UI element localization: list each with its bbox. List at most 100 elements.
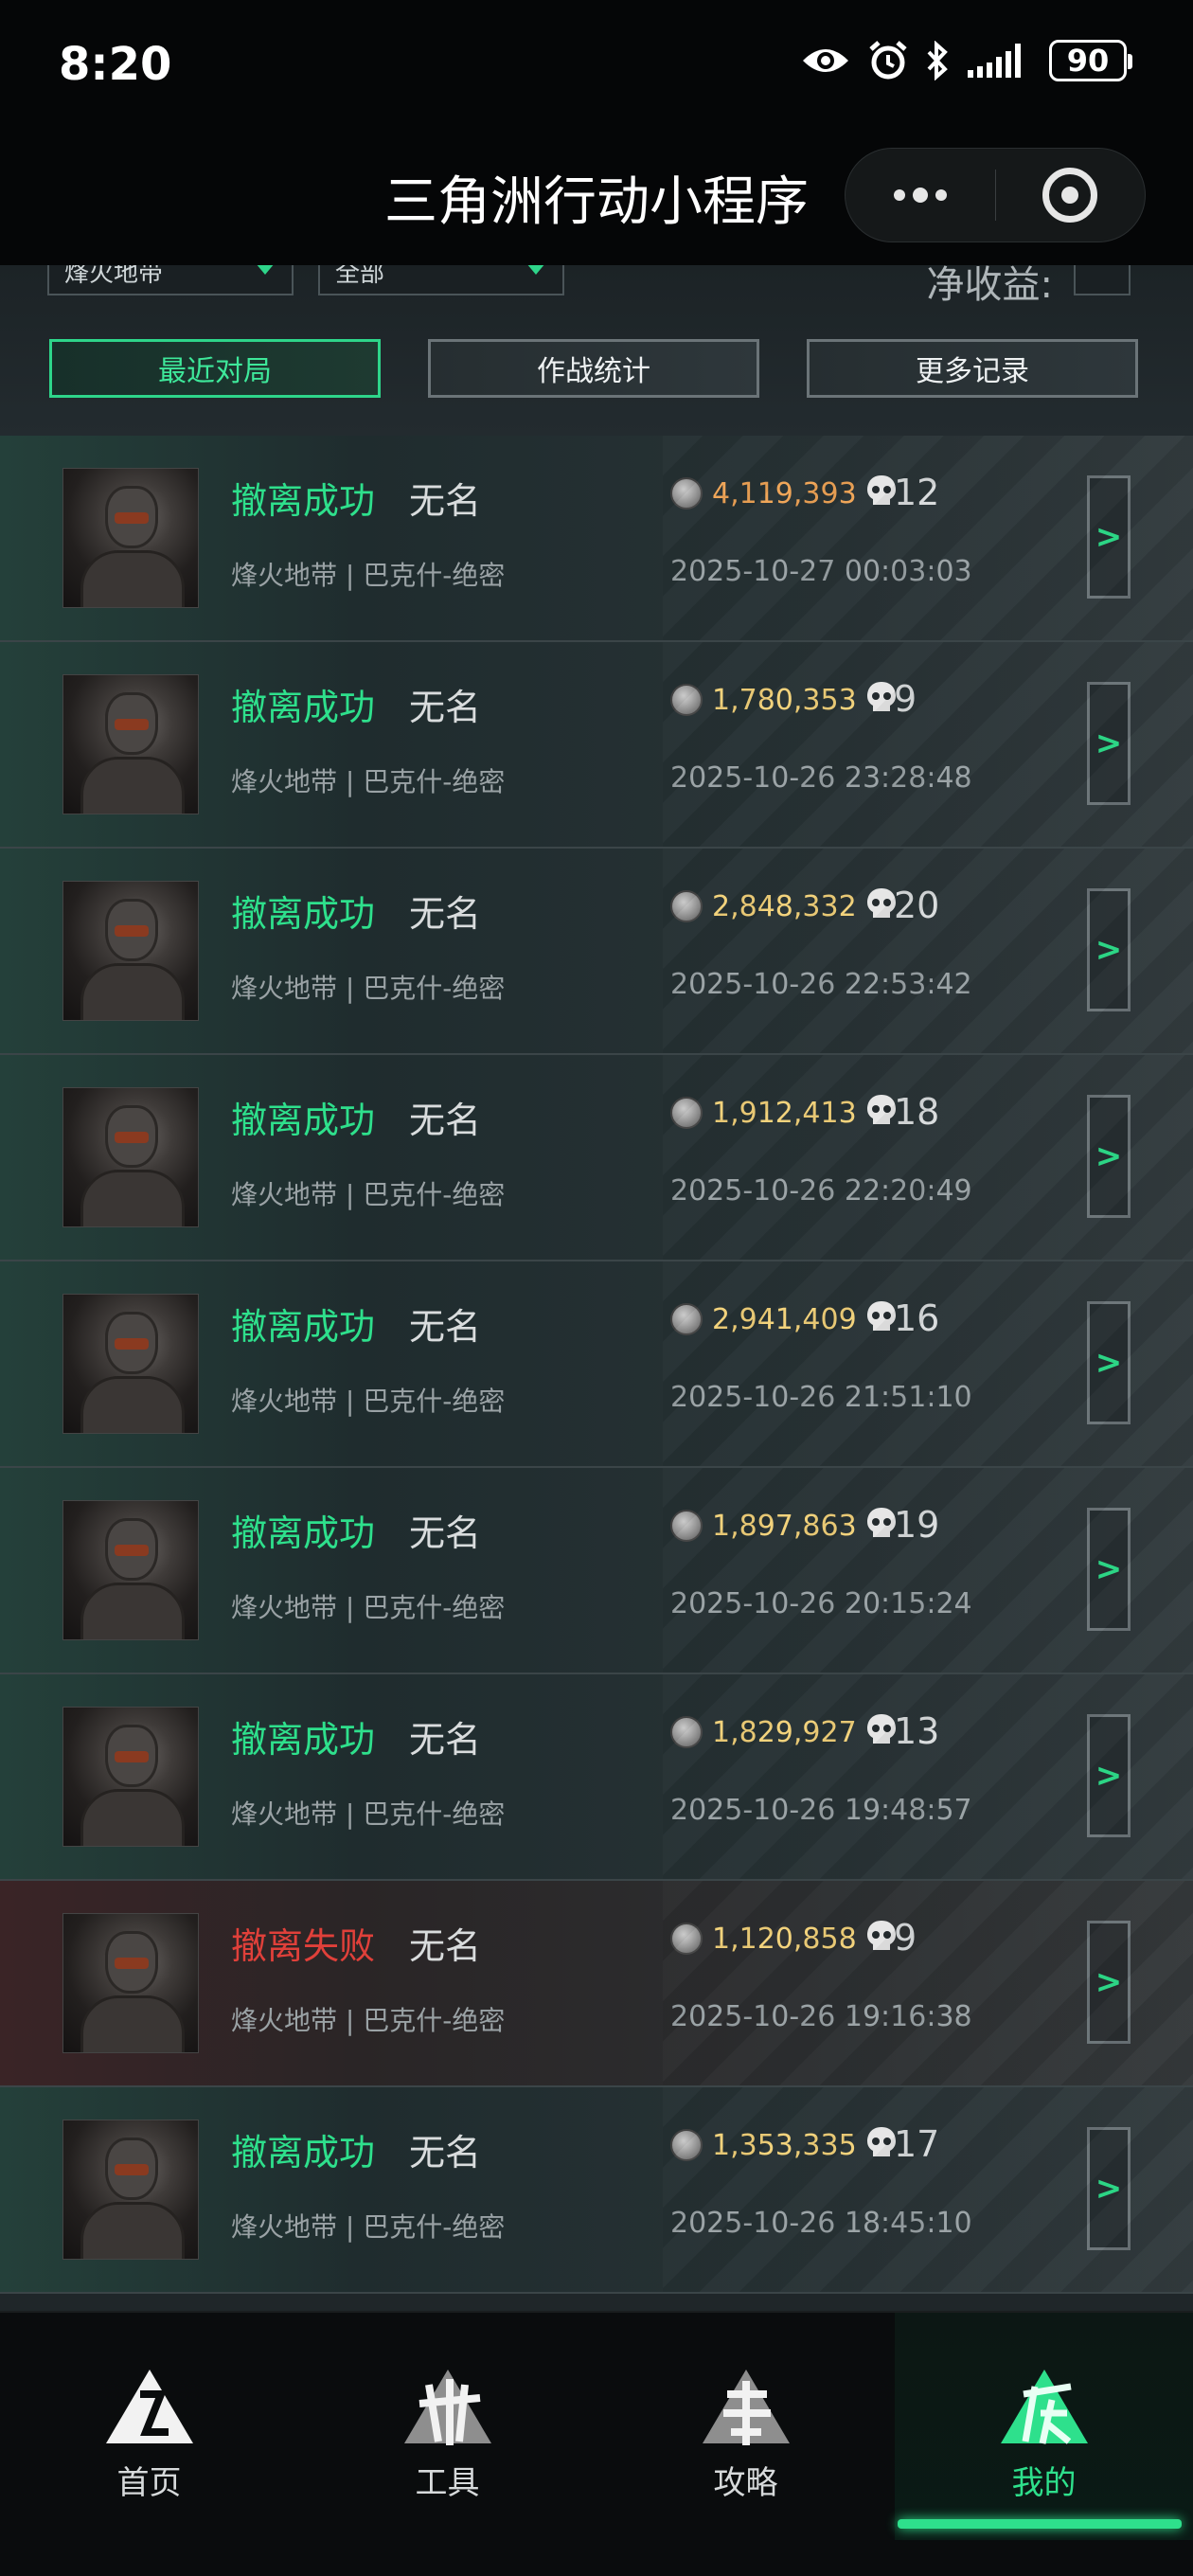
tab-recent-matches[interactable]: 最近对局 [49,339,381,398]
player-name: 无名 [409,480,482,522]
match-detail-button[interactable]: > [1087,2127,1131,2250]
player-name: 无名 [409,1512,482,1554]
match-mode-map: 烽火地带 | 巴克什-绝密 [231,766,506,797]
operator-avatar [62,2120,199,2260]
skull-icon [867,1301,896,1331]
match-mode-map: 烽火地带 | 巴克什-绝密 [231,973,506,1004]
operator-avatar [62,1707,199,1847]
match-value: 2,848,332 [712,890,857,923]
net-income-checkbox[interactable] [1074,265,1131,295]
mode-select-value: 烽火地带 [64,265,164,288]
match-value: 1,353,335 [712,2129,857,2162]
profile-emblem-icon [1001,2370,1088,2444]
match-row[interactable]: 撤离失败 无名 烽火地带 | 巴克什-绝密 1,120,858 9 2025-1… [0,1881,1193,2087]
operator-avatar [62,1087,199,1227]
coin-icon [670,477,703,510]
match-detail-button[interactable]: > [1087,1921,1131,2044]
operator-avatar [62,674,199,814]
nav-item-profile[interactable]: 我的 [895,2313,1193,2540]
kill-count: 13 [894,1710,940,1752]
coin-icon [670,1510,703,1542]
nav-item-tools[interactable]: 工具 [298,2313,596,2540]
extraction-result: 撤离失败 [231,1925,376,1967]
more-options-icon[interactable] [846,149,995,242]
extraction-result: 撤离成功 [231,480,376,522]
match-row[interactable]: 撤离成功 无名 烽火地带 | 巴克什-绝密 1,780,353 9 2025-1… [0,642,1193,849]
operator-avatar [62,468,199,608]
match-time: 2025-10-26 22:53:42 [670,968,972,1001]
match-detail-button[interactable]: > [1087,682,1131,805]
kill-count: 18 [894,1091,940,1133]
kill-count: 16 [894,1297,940,1339]
match-row[interactable]: 撤离成功 无名 烽火地带 | 巴克什-绝密 1,829,927 13 2025-… [0,1674,1193,1881]
filter-area: 烽火地带 全部 净收益: 最近对局 作战统计 更多记录 [0,265,1193,436]
home-emblem-icon [106,2370,193,2443]
match-row[interactable]: 撤离成功 无名 烽火地带 | 巴克什-绝密 4,119,393 12 2025-… [0,436,1193,642]
extraction-result: 撤离成功 [231,1100,376,1141]
extraction-result: 撤离成功 [231,1512,376,1554]
match-mode-map: 烽火地带 | 巴克什-绝密 [231,1798,506,1830]
match-value: 1,912,413 [712,1097,857,1130]
match-time: 2025-10-26 18:45:10 [670,2207,972,2240]
active-tab-indicator [898,2519,1182,2529]
status-bar: 8:20 90 [0,0,1193,133]
match-mode-map: 烽火地带 | 巴克什-绝密 [231,2211,506,2243]
bottom-nav: 首页 工具 攻略 我的 [0,2311,1193,2576]
nav-label-home: 首页 [116,2464,182,2502]
player-name: 无名 [409,1100,482,1141]
extraction-result: 撤离成功 [231,893,376,935]
match-time: 2025-10-26 21:51:10 [670,1381,972,1414]
coin-icon [670,1716,703,1748]
nav-item-guide[interactable]: 攻略 [596,2313,895,2540]
match-detail-button[interactable]: > [1087,1714,1131,1837]
match-time: 2025-10-26 19:16:38 [670,2000,972,2033]
extraction-result: 撤离成功 [231,1306,376,1348]
match-value: 2,941,409 [712,1303,857,1336]
nav-label-profile: 我的 [1011,2464,1077,2502]
match-value: 1,897,863 [712,1510,857,1543]
match-row[interactable]: 撤离成功 无名 烽火地带 | 巴克什-绝密 2,941,409 16 2025-… [0,1261,1193,1468]
match-value: 1,829,927 [712,1716,857,1749]
nav-item-home[interactable]: 首页 [0,2313,298,2540]
match-row[interactable]: 撤离成功 无名 烽火地带 | 巴克什-绝密 1,897,863 19 2025-… [0,1468,1193,1674]
match-row[interactable]: 撤离成功 无名 烽火地带 | 巴克什-绝密 1,353,335 17 2025-… [0,2087,1193,2294]
skull-icon [867,888,896,918]
bluetooth-icon [927,41,948,80]
scope-select[interactable]: 全部 [318,265,564,295]
match-row[interactable]: 撤离成功 无名 烽火地带 | 巴克什-绝密 2,848,332 20 2025-… [0,849,1193,1055]
nav-label-tools: 工具 [415,2464,480,2502]
match-detail-button[interactable]: > [1087,1095,1131,1218]
match-row[interactable]: 撤离成功 无名 烽火地带 | 巴克什-绝密 1,912,413 18 2025-… [0,1055,1193,1261]
kill-count: 19 [894,1504,940,1546]
skull-icon [867,682,896,711]
tab-more-records[interactable]: 更多记录 [807,339,1138,398]
match-detail-button[interactable]: > [1087,1301,1131,1424]
extraction-result: 撤离成功 [231,2132,376,2174]
skull-icon [867,1921,896,1950]
kill-count: 17 [894,2123,940,2165]
scope-select-value: 全部 [335,265,385,288]
nav-label-guide: 攻略 [713,2464,778,2502]
match-time: 2025-10-26 23:28:48 [670,761,972,795]
coin-icon [670,684,703,716]
kill-count: 20 [894,885,940,926]
match-detail-button[interactable]: > [1087,888,1131,1011]
chevron-down-icon [526,265,545,275]
mode-select[interactable]: 烽火地带 [47,265,294,295]
match-time: 2025-10-26 19:48:57 [670,1794,972,1827]
match-value: 1,120,858 [712,1923,857,1956]
status-icons: 90 [801,40,1132,81]
kill-count: 9 [894,1917,917,1959]
match-time: 2025-10-27 00:03:03 [670,555,972,588]
match-detail-button[interactable]: > [1087,475,1131,599]
match-detail-button[interactable]: > [1087,1508,1131,1631]
match-time: 2025-10-26 20:15:24 [670,1587,972,1620]
match-mode-map: 烽火地带 | 巴克什-绝密 [231,1386,506,1417]
tools-emblem-icon [404,2370,491,2445]
close-miniprogram-icon[interactable] [996,149,1146,242]
extraction-result: 撤离成功 [231,687,376,728]
miniprogram-capsule [845,148,1146,242]
net-income-label: 净收益: [926,265,1053,307]
tab-combat-stats[interactable]: 作战统计 [428,339,759,398]
player-name: 无名 [409,1925,482,1967]
